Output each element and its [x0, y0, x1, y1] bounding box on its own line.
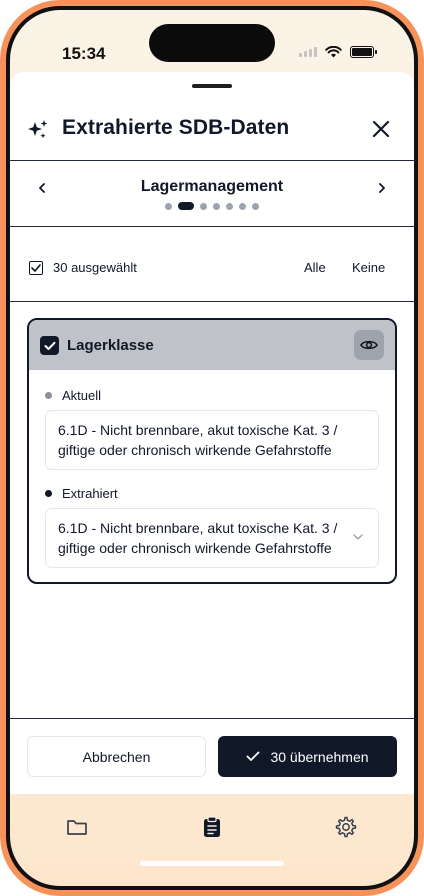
page-dot[interactable] — [213, 202, 220, 210]
sdb-data-sheet: Extrahierte SDB-Daten Lagermanagement 30… — [10, 72, 414, 794]
sheet-header: Extrahierte SDB-Daten — [10, 102, 414, 158]
wifi-icon — [325, 46, 342, 58]
sheet-title: Extrahierte SDB-Daten — [62, 116, 290, 139]
cancel-button-label: Abbrechen — [82, 748, 151, 765]
status-icons — [299, 46, 377, 58]
phone-frame: 15:34 Extrahierte SDB-Daten Lagermanagem… — [0, 0, 424, 896]
current-bullet — [45, 392, 52, 399]
current-value: 6.1D - Nicht brennbare, akut toxische Ka… — [58, 422, 338, 458]
apply-button[interactable]: 30 übernehmen — [218, 736, 397, 777]
status-time: 15:34 — [62, 44, 106, 63]
phone-bezel: 15:34 Extrahierte SDB-Daten Lagermanagem… — [6, 6, 418, 890]
status-bar: 15:34 — [10, 10, 414, 80]
home-indicator[interactable] — [140, 861, 284, 866]
close-icon[interactable] — [370, 118, 392, 140]
clipboard-icon — [204, 816, 220, 837]
card-header: Lagerklasse — [29, 320, 395, 370]
page-dot[interactable] — [252, 202, 259, 210]
extracted-value-select[interactable]: 6.1D - Nicht brennbare, akut toxische Ka… — [45, 508, 379, 568]
tab-bar — [10, 794, 414, 874]
extracted-label: Extrahiert — [62, 486, 118, 501]
gear-icon — [335, 816, 357, 838]
extracted-bullet — [45, 490, 52, 497]
sparkles-icon — [28, 120, 48, 139]
preview-button[interactable] — [354, 330, 384, 360]
sheet-grabber[interactable] — [192, 84, 232, 88]
apply-button-label: 30 übernehmen — [270, 748, 369, 765]
select-all-checkbox[interactable] — [29, 261, 43, 275]
eye-icon — [360, 340, 378, 350]
selection-row: 30 ausgewählt Alle Keine — [10, 236, 414, 300]
page-dot[interactable] — [239, 202, 246, 210]
chevron-down-icon — [353, 534, 363, 540]
extracted-value: 6.1D - Nicht brennbare, akut toxische Ka… — [58, 520, 338, 556]
check-icon — [44, 341, 55, 350]
current-value-box: 6.1D - Nicht brennbare, akut toxische Ka… — [45, 410, 379, 470]
tab-settings[interactable] — [331, 812, 361, 842]
select-all-link[interactable]: Alle — [304, 260, 326, 275]
check-icon — [31, 264, 41, 272]
extracted-label-row: Extrahiert — [45, 486, 118, 501]
check-icon — [247, 751, 260, 761]
next-section-button[interactable] — [370, 176, 394, 200]
field-title: Lagerklasse — [67, 337, 154, 354]
selected-count: 30 ausgewählt — [53, 260, 137, 275]
screen: 15:34 Extrahierte SDB-Daten Lagermanagem… — [10, 10, 414, 886]
signal-icon — [299, 47, 317, 57]
tab-clipboard[interactable] — [197, 812, 227, 842]
tab-folder[interactable] — [62, 812, 92, 842]
chevron-right-icon — [379, 183, 385, 193]
field-checkbox[interactable] — [40, 336, 59, 355]
dynamic-island — [149, 24, 275, 62]
section-title: Lagermanagement — [140, 178, 284, 195]
page-dot-active[interactable] — [178, 202, 194, 210]
page-dot[interactable] — [226, 202, 233, 210]
battery-icon — [350, 46, 377, 58]
section-navigator: Lagermanagement — [10, 160, 414, 226]
selection-divider — [10, 301, 414, 302]
select-none-link[interactable]: Keine — [352, 260, 385, 275]
footer-divider — [10, 718, 414, 719]
field-card-lagerklasse: Lagerklasse Aktuell 6.1D - Nicht brennba… — [27, 318, 397, 584]
current-label-row: Aktuell — [45, 388, 101, 403]
page-dot[interactable] — [200, 202, 207, 210]
navigator-divider — [10, 226, 414, 227]
page-dot[interactable] — [165, 202, 172, 210]
folder-icon — [67, 820, 87, 835]
cancel-button[interactable]: Abbrechen — [27, 736, 206, 777]
page-indicator — [10, 202, 414, 210]
current-label: Aktuell — [62, 388, 102, 403]
